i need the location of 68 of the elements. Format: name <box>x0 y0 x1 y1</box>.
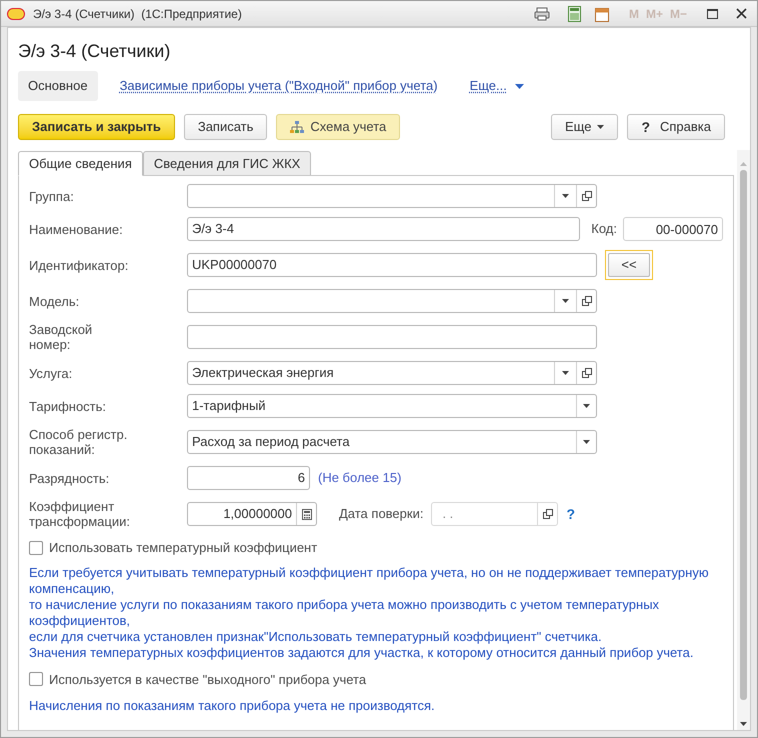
open-icon <box>582 368 592 378</box>
scroll-down-icon[interactable] <box>740 722 747 726</box>
field-label: Модель: <box>29 294 80 308</box>
dropdown-icon <box>562 194 569 198</box>
hint-text: (Не более 15) <box>318 469 402 488</box>
dropdown-icon <box>562 371 569 375</box>
open-icon <box>582 191 592 201</box>
help-button[interactable]: ? Справка <box>627 114 725 140</box>
field-label: Способ регистр. показаний: <box>29 427 128 457</box>
open-icon <box>542 509 553 519</box>
info-text: Начисления по показаниям такого прибора учета не производятся. <box>29 698 436 714</box>
field-label: Услуга: <box>29 366 74 380</box>
checkbox[interactable] <box>29 672 43 686</box>
maximize-icon[interactable] <box>707 8 718 18</box>
checkbox-label: Используется в качестве "выходного" прибора учета <box>49 670 366 689</box>
input-field[interactable]: Э/э 3-4 <box>187 217 580 241</box>
calculator-icon[interactable] <box>568 6 581 22</box>
input-field[interactable] <box>187 325 597 349</box>
checkbox-label: Использовать температурный коэффициент <box>49 539 318 557</box>
caret-icon <box>597 125 604 129</box>
field-label: Идентификатор: <box>29 258 130 272</box>
app-logo-icon <box>7 8 25 20</box>
field-label: Заводской номер: <box>29 322 94 352</box>
dropdown-icon <box>583 440 590 444</box>
open-icon <box>582 296 592 306</box>
info-text: Значения температурных коэффициентов задаются для участка, к которому относится данный прибор учета. <box>29 644 694 660</box>
help-link[interactable]: ? <box>566 504 576 524</box>
field-label: Код: <box>591 220 617 238</box>
more-link[interactable]: Еще... <box>460 71 534 101</box>
input-field[interactable]: 1-тарифный <box>187 394 597 418</box>
more-button[interactable]: Еще <box>550 114 618 140</box>
input-field[interactable]: 00-000070 <box>623 217 723 241</box>
question-icon: ? <box>641 116 650 138</box>
input-field[interactable]: Расход за период расчета <box>187 430 597 454</box>
input-field[interactable]: Электрическая энергия <box>187 361 597 385</box>
input-field[interactable] <box>187 289 597 313</box>
field-label: Наименование: <box>29 222 124 236</box>
input-field[interactable]: 1,00000000 <box>187 502 317 526</box>
checkbox[interactable] <box>29 540 43 555</box>
field-label: Дата поверки: <box>339 505 424 524</box>
caret-icon <box>514 84 524 88</box>
date-field[interactable]: . . <box>431 502 558 526</box>
printer-icon[interactable] <box>534 6 550 20</box>
field-label: Тарифность: <box>29 398 108 414</box>
hierarchy-icon <box>290 121 304 133</box>
save-close-button[interactable]: Записать и закрыть <box>18 114 175 140</box>
calculator-icon <box>302 508 312 520</box>
section-link[interactable]: Зависимые приборы учета ("Входной" прибор учета) <box>110 71 448 101</box>
save-button[interactable]: Записать <box>184 114 268 140</box>
form-title: Э/э 3-4 (Счетчики) <box>18 40 172 62</box>
window-title: Э/э 3-4 (Счетчики) (1С:Предприятие) <box>33 6 243 22</box>
input-field[interactable]: UKP00000070 <box>187 253 597 277</box>
close-icon[interactable] <box>736 8 747 19</box>
calendar-icon[interactable] <box>594 6 609 22</box>
tab[interactable]: Сведения для ГИС ЖКХ <box>142 151 312 176</box>
input-field[interactable]: 6 <box>187 466 310 490</box>
fill-button[interactable]: << <box>605 250 653 280</box>
section-link[interactable]: Основное <box>18 71 98 101</box>
field-label: Разрядность: <box>29 470 110 486</box>
input-field[interactable] <box>187 184 597 208</box>
info-text: если для счетчика установлен признак"Использовать температурный коэффициент" счетчика. <box>29 628 603 644</box>
scheme-button[interactable]: Схема учета <box>276 114 400 140</box>
scrollbar[interactable] <box>737 150 750 730</box>
field-label: Группа: <box>29 188 75 204</box>
dropdown-icon <box>583 404 590 408</box>
field-label: Коэффициент трансформации: <box>29 499 131 529</box>
dropdown-icon <box>562 299 569 303</box>
tab[interactable]: Общие сведения <box>18 151 143 176</box>
